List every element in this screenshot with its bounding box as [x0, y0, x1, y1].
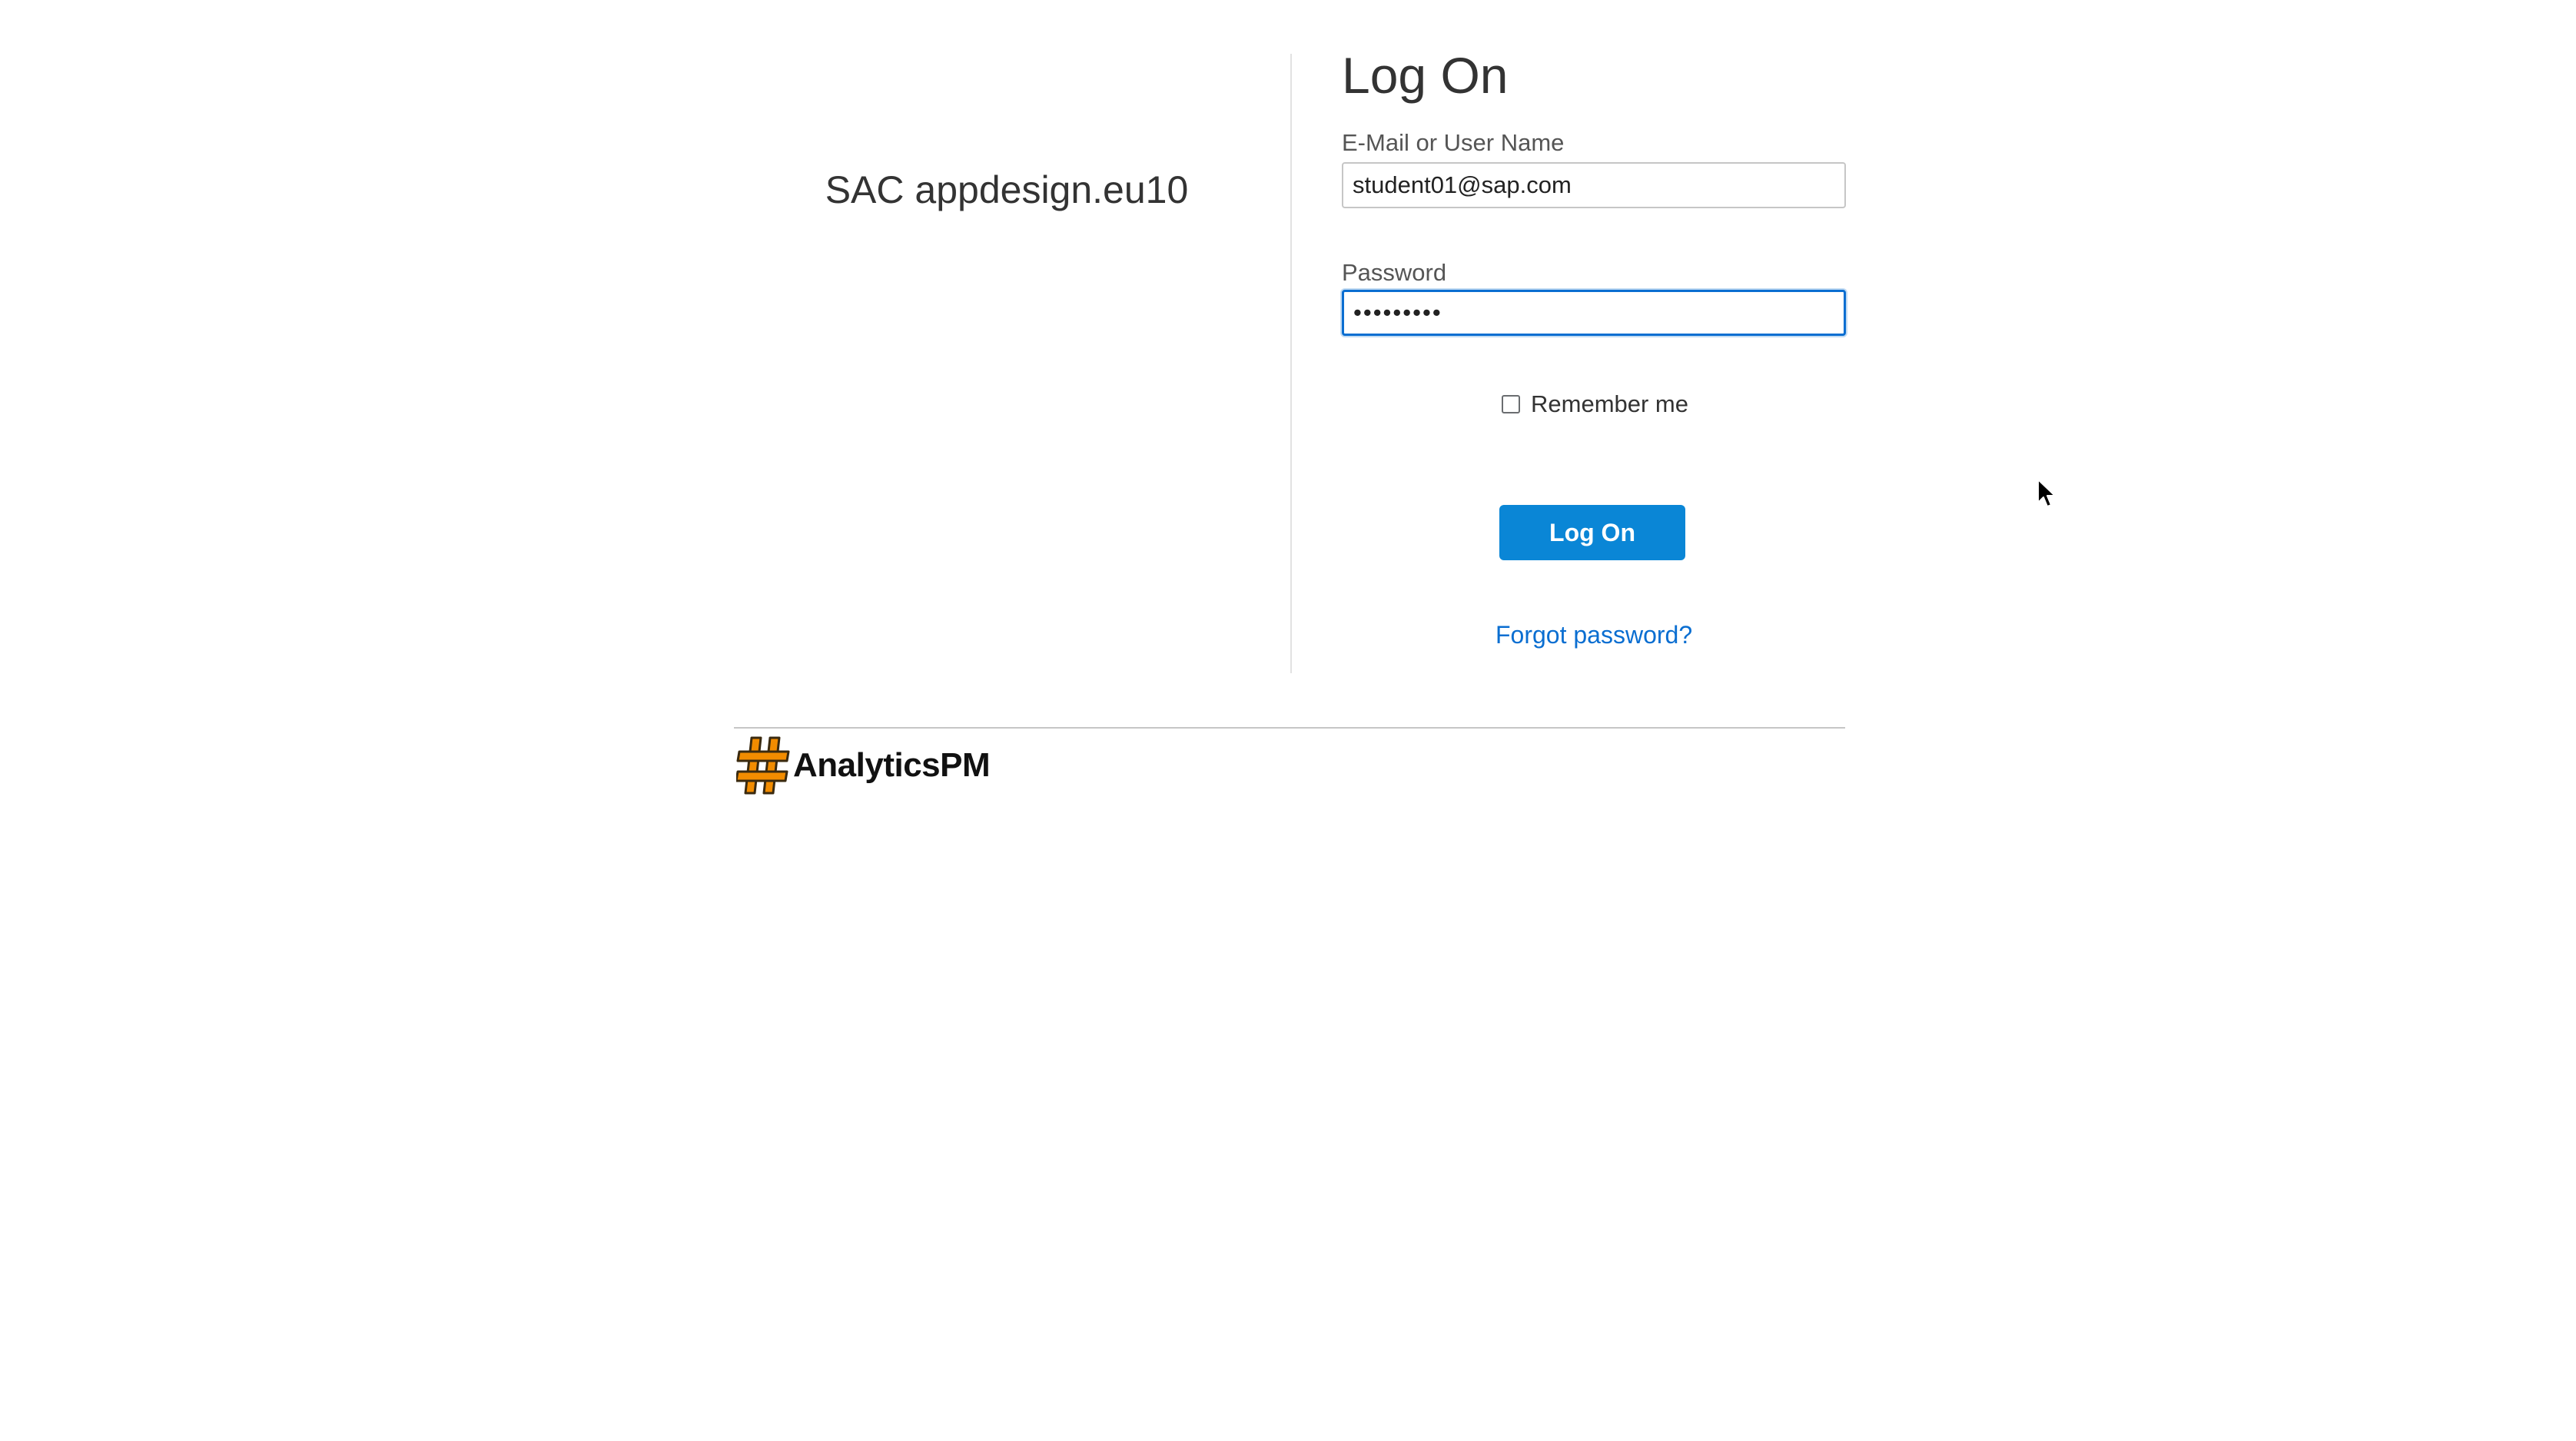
- footer-divider: [734, 727, 1845, 729]
- hashtag-icon: [735, 736, 790, 795]
- analyticspm-logo: AnalyticsPM: [735, 736, 991, 795]
- form-title: Log On: [1342, 47, 1509, 104]
- mouse-cursor-icon: [2037, 479, 2056, 507]
- logo-text: AnalyticsPM: [793, 746, 991, 784]
- password-label: Password: [1342, 259, 1447, 286]
- logon-button[interactable]: Log On: [1499, 505, 1685, 560]
- remember-me-checkbox[interactable]: [1502, 395, 1520, 413]
- username-input[interactable]: [1342, 162, 1846, 208]
- tenant-name: SAC appdesign.eu10: [825, 168, 1189, 211]
- username-label: E-Mail or User Name: [1342, 129, 1565, 156]
- remember-me-label: Remember me: [1531, 390, 1688, 417]
- remember-me[interactable]: Remember me: [1502, 390, 1688, 418]
- forgot-password-link[interactable]: Forgot password?: [1495, 621, 1692, 649]
- vertical-divider: [1290, 54, 1292, 673]
- logon-page: SAC appdesign.eu10 Log On E-Mail or User…: [0, 0, 2576, 1441]
- password-input[interactable]: [1342, 290, 1846, 336]
